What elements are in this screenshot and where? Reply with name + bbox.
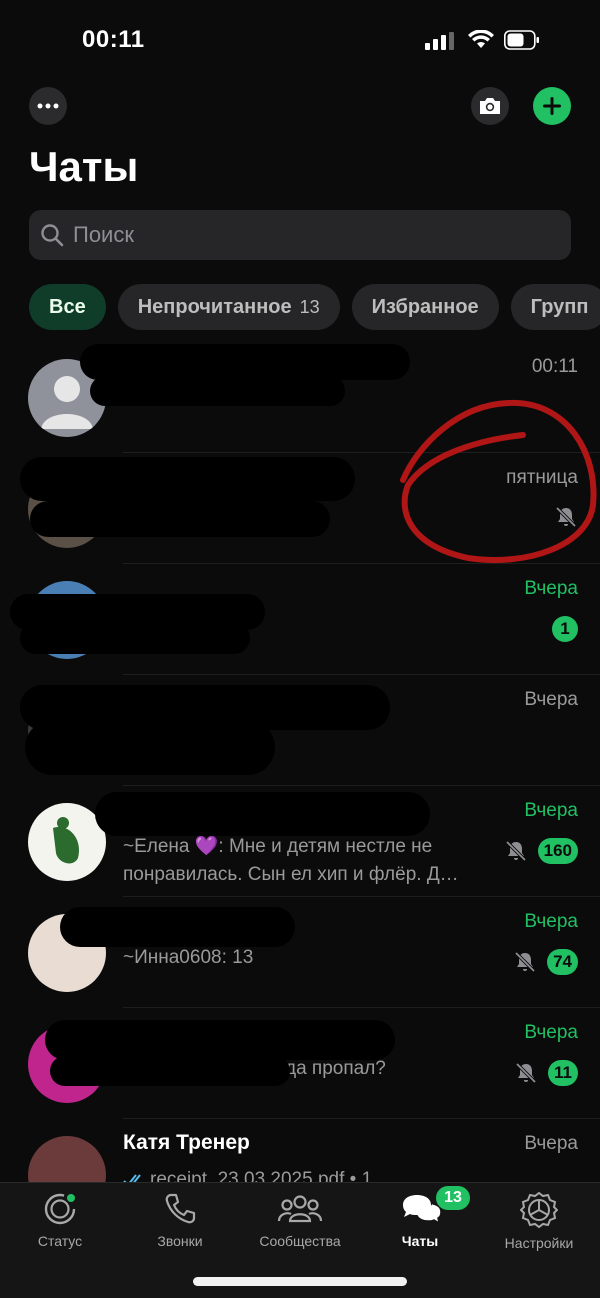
tab-label: Статус	[37, 1233, 83, 1249]
redaction-scribble	[30, 501, 330, 537]
status-time: 00:11	[82, 26, 145, 53]
chat-name: Катя Тренер	[123, 1131, 250, 1154]
chat-preview: ~Инна0608: 13	[123, 947, 254, 968]
muted-bell-icon	[505, 840, 526, 862]
tab-status[interactable]: Статус	[5, 1191, 115, 1249]
filter-label: Все	[49, 295, 86, 318]
redaction-scribble	[60, 907, 295, 947]
redaction-scribble	[95, 792, 430, 836]
battery-icon	[504, 30, 539, 50]
status-icon	[44, 1193, 76, 1225]
tab-label: Сообщества	[259, 1233, 341, 1249]
chat-time: Вчера	[524, 689, 578, 710]
chat-time: Вчера	[524, 1133, 578, 1154]
unread-badge: 1	[552, 616, 578, 642]
chat-meta: 74	[513, 949, 578, 975]
chat-time: Вчера	[524, 578, 578, 599]
filter-count: 13	[299, 296, 320, 317]
chat-row[interactable]: Вчера ~Елена 💜: Мне и детям нестле не по…	[0, 786, 600, 897]
search-input[interactable]: Поиск	[29, 210, 571, 260]
home-indicator[interactable]	[193, 1277, 407, 1286]
chat-meta: 1	[552, 616, 578, 642]
gear-icon	[520, 1191, 558, 1229]
plus-icon	[543, 97, 561, 115]
annotation-circle	[400, 399, 597, 563]
search-icon	[41, 224, 64, 247]
chats-unread-badge: 13	[436, 1186, 470, 1210]
filter-unread[interactable]: Непрочитанное 13	[117, 284, 340, 330]
chat-row[interactable]: Вчера	[0, 675, 600, 786]
new-chat-button[interactable]	[533, 87, 571, 125]
tab-label: Настройки	[504, 1235, 574, 1251]
muted-bell-icon	[514, 951, 536, 973]
tab-label: Звонки	[157, 1233, 203, 1249]
chat-time: 00:11	[531, 356, 578, 377]
cellular-signal-icon	[425, 32, 454, 50]
tab-communities[interactable]: Сообщества	[245, 1191, 355, 1249]
redaction-scribble	[45, 1020, 395, 1060]
chat-time: Вчера	[524, 1022, 578, 1043]
filter-all[interactable]: Все	[29, 284, 106, 330]
unread-badge: 11	[548, 1060, 578, 1086]
phone-icon	[165, 1193, 196, 1224]
redaction-scribble	[25, 720, 275, 775]
wifi-icon	[468, 30, 494, 48]
chat-meta: 160	[504, 838, 578, 864]
filter-groups[interactable]: Групп	[510, 284, 600, 330]
tab-calls[interactable]: Звонки	[125, 1191, 235, 1249]
page-title: Чаты	[29, 143, 139, 190]
chat-row[interactable]: Вчера да пропал? 11	[0, 1008, 600, 1119]
unread-badge: 160	[537, 838, 578, 864]
unread-badge: 74	[547, 949, 578, 975]
camera-icon	[480, 98, 500, 114]
redaction-scribble	[80, 344, 410, 380]
chat-preview: ~Елена 💜: Мне и детям нестле не понравил…	[123, 836, 459, 885]
camera-button[interactable]	[471, 87, 509, 125]
muted-bell-icon	[515, 1062, 537, 1084]
filter-chips: Все Непрочитанное 13 Избранное Групп	[29, 284, 600, 330]
more-button[interactable]	[29, 87, 67, 125]
filter-favorites[interactable]: Избранное	[351, 284, 499, 330]
more-dots-icon	[37, 103, 59, 109]
filter-label: Групп	[530, 295, 589, 318]
redaction-scribble	[50, 1056, 290, 1086]
communities-icon	[277, 1195, 323, 1223]
search-placeholder: Поиск	[73, 222, 134, 247]
filter-label: Непрочитанное	[137, 295, 292, 318]
redaction-scribble	[20, 622, 250, 654]
redaction-scribble	[90, 376, 345, 406]
chat-meta: 11	[514, 1060, 578, 1086]
filter-label: Избранное	[371, 295, 479, 318]
chat-time: Вчера	[524, 911, 578, 932]
tab-label: Чаты	[401, 1233, 439, 1249]
chat-row[interactable]: Вчера ~Инна0608: 13 74	[0, 897, 600, 1008]
chat-row[interactable]: Вчера 1	[0, 564, 600, 675]
redaction-scribble	[20, 457, 355, 501]
tab-settings[interactable]: Настройки	[484, 1191, 594, 1251]
chat-time: Вчера	[524, 800, 578, 821]
